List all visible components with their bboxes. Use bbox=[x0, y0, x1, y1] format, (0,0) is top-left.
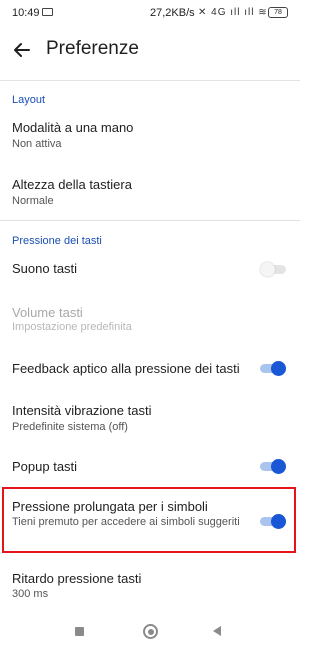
top-divider bbox=[0, 80, 300, 81]
pref-title: Ritardo pressione tasti bbox=[12, 571, 142, 586]
pref-title: Suono tasti bbox=[12, 261, 78, 276]
navigation-bar bbox=[0, 614, 300, 650]
status-time: 10:49 bbox=[12, 7, 40, 19]
pref-summary: Non attiva bbox=[12, 138, 62, 150]
network-speed: 27,2KB/s bbox=[150, 7, 195, 19]
pref-title: Volume tasti bbox=[12, 305, 83, 320]
battery-icon: 78 bbox=[268, 7, 288, 18]
back-arrow-icon[interactable] bbox=[8, 36, 36, 64]
status-bar: 10:49 27,2KB/s ✕ 4G ıll ıll ≋ 78 bbox=[0, 0, 300, 26]
pref-summary: Impostazione predefinita bbox=[12, 321, 132, 333]
pref-summary: Normale bbox=[12, 195, 54, 207]
pref-title: Pressione prolungata per i simboli bbox=[12, 499, 208, 514]
pref-title: Altezza della tastiera bbox=[12, 177, 132, 192]
section-header-layout: Layout bbox=[12, 94, 46, 106]
toggle-thumb bbox=[271, 459, 286, 474]
toggle-thumb bbox=[271, 361, 286, 376]
pref-summary: Tieni premuto per accedere ai simboli su… bbox=[12, 516, 240, 528]
key-popup-toggle[interactable] bbox=[260, 458, 286, 474]
pref-title: Popup tasti bbox=[12, 459, 78, 474]
section-header-key-press: Pressione dei tasti bbox=[12, 235, 102, 247]
pref-summary: Predefinite sistema (off) bbox=[12, 421, 128, 433]
section-divider bbox=[0, 220, 300, 221]
pref-vibration-intensity[interactable]: Intensità vibrazione tasti Predefinite s… bbox=[0, 396, 300, 438]
long-press-symbols-toggle[interactable] bbox=[260, 513, 286, 529]
pref-summary: 300 ms bbox=[12, 588, 49, 600]
pref-key-sound[interactable]: Suono tasti bbox=[0, 252, 300, 286]
toggle-thumb bbox=[260, 262, 275, 277]
pref-title: Modalità a una mano bbox=[12, 120, 134, 135]
key-sound-toggle[interactable] bbox=[260, 261, 286, 277]
pref-long-press-symbols[interactable]: Pressione prolungata per i simboli Tieni… bbox=[0, 494, 300, 550]
home-icon[interactable] bbox=[143, 624, 158, 639]
pref-haptic-feedback[interactable]: Feedback aptico alla pressione dei tasti bbox=[0, 352, 300, 384]
page-title: Preferenze bbox=[46, 38, 139, 59]
pref-key-popup[interactable]: Popup tasti bbox=[0, 452, 300, 482]
pref-keyboard-height[interactable]: Altezza della tastiera Normale bbox=[0, 168, 300, 214]
recents-icon[interactable] bbox=[75, 627, 84, 636]
laptop-icon bbox=[42, 8, 53, 16]
pref-title: Intensità vibrazione tasti bbox=[12, 403, 152, 418]
signal-wifi-icons: ✕ 4G ıll ıll ≋ bbox=[198, 7, 268, 18]
pref-key-volume[interactable]: Volume tasti Impostazione predefinita bbox=[0, 298, 300, 340]
pref-key-press-delay[interactable]: Ritardo pressione tasti 300 ms bbox=[0, 564, 300, 606]
pref-one-handed-mode[interactable]: Modalità a una mano Non attiva bbox=[0, 112, 300, 158]
back-icon[interactable] bbox=[213, 626, 221, 636]
pref-title: Feedback aptico alla pressione dei tasti bbox=[12, 361, 240, 376]
app-bar: Preferenze bbox=[0, 26, 300, 78]
toggle-thumb bbox=[271, 514, 286, 529]
haptic-feedback-toggle[interactable] bbox=[260, 360, 286, 376]
